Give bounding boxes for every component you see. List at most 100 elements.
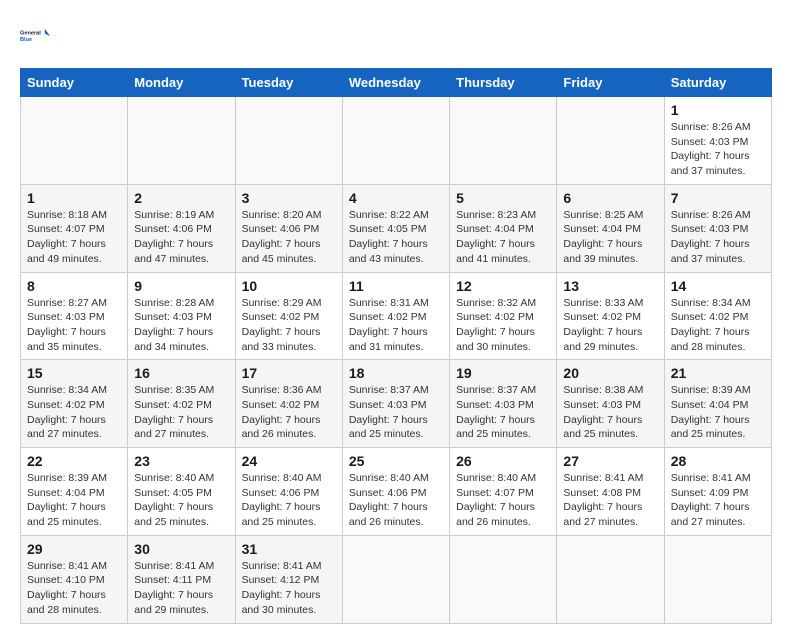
day-number: 31 — [242, 541, 336, 557]
day-number: 19 — [456, 365, 550, 381]
day-number: 8 — [27, 278, 121, 294]
week-row-5: 29 Sunrise: 8:41 AMSunset: 4:10 PMDayligh… — [21, 535, 772, 623]
day-cell: 26Sunrise: 8:40 AMSunset: 4:07 PMDayligh… — [450, 448, 557, 536]
day-info: Sunrise: 8:36 AMSunset: 4:02 PMDaylight:… — [242, 383, 336, 442]
day-cell: 24Sunrise: 8:40 AMSunset: 4:06 PMDayligh… — [235, 448, 342, 536]
day-info: Sunrise: 8:31 AMSunset: 4:02 PMDaylight:… — [349, 296, 443, 355]
day-cell: 21Sunrise: 8:39 AMSunset: 4:04 PMDayligh… — [664, 360, 771, 448]
day-cell: 13 Sunrise: 8:33 AMSunset: 4:02 PMDayligh… — [557, 272, 664, 360]
week-row-0: 1 Sunrise: 8:26 AMSunset: 4:03 PMDaylight… — [21, 97, 772, 185]
day-cell: 3 Sunrise: 8:20 AMSunset: 4:06 PMDaylight… — [235, 184, 342, 272]
day-number: 27 — [563, 453, 657, 469]
day-header-monday: Monday — [128, 69, 235, 97]
day-cell: 27Sunrise: 8:41 AMSunset: 4:08 PMDayligh… — [557, 448, 664, 536]
day-info: Sunrise: 8:20 AMSunset: 4:06 PMDaylight:… — [242, 208, 336, 267]
day-info: Sunrise: 8:40 AMSunset: 4:06 PMDaylight:… — [349, 471, 443, 530]
day-number: 17 — [242, 365, 336, 381]
day-number: 25 — [349, 453, 443, 469]
day-cell: 23 Sunrise: 8:40 AMSunset: 4:05 PMDayligh… — [128, 448, 235, 536]
day-number: 10 — [242, 278, 336, 294]
day-number: 18 — [349, 365, 443, 381]
day-header-thursday: Thursday — [450, 69, 557, 97]
day-number: 6 — [563, 190, 657, 206]
day-number: 5 — [456, 190, 550, 206]
logo-icon: GeneralBlue — [20, 20, 52, 52]
day-number: 29 — [27, 541, 121, 557]
day-info: Sunrise: 8:38 AMSunset: 4:03 PMDaylight:… — [563, 383, 657, 442]
days-header-row: SundayMondayTuesdayWednesdayThursdayFrid… — [21, 69, 772, 97]
week-row-4: 22Sunrise: 8:39 AMSunset: 4:04 PMDayligh… — [21, 448, 772, 536]
day-cell: 6 Sunrise: 8:25 AMSunset: 4:04 PMDaylight… — [557, 184, 664, 272]
day-info: Sunrise: 8:35 AMSunset: 4:02 PMDaylight:… — [134, 383, 228, 442]
day-number: 3 — [242, 190, 336, 206]
day-number: 4 — [349, 190, 443, 206]
day-info: Sunrise: 8:32 AMSunset: 4:02 PMDaylight:… — [456, 296, 550, 355]
day-cell: 11 Sunrise: 8:31 AMSunset: 4:02 PMDayligh… — [342, 272, 449, 360]
week-row-3: 15 Sunrise: 8:34 AMSunset: 4:02 PMDayligh… — [21, 360, 772, 448]
day-cell: 28Sunrise: 8:41 AMSunset: 4:09 PMDayligh… — [664, 448, 771, 536]
day-info: Sunrise: 8:28 AMSunset: 4:03 PMDaylight:… — [134, 296, 228, 355]
day-info: Sunrise: 8:18 AMSunset: 4:07 PMDaylight:… — [27, 208, 121, 267]
empty-cell — [450, 97, 557, 185]
week-row-1: 1 Sunrise: 8:18 AMSunset: 4:07 PMDaylight… — [21, 184, 772, 272]
day-number: 20 — [563, 365, 657, 381]
day-number: 30 — [134, 541, 228, 557]
day-cell — [557, 535, 664, 623]
svg-text:Blue: Blue — [20, 37, 32, 43]
day-number: 7 — [671, 190, 765, 206]
day-info: Sunrise: 8:19 AMSunset: 4:06 PMDaylight:… — [134, 208, 228, 267]
svg-text:General: General — [20, 30, 41, 36]
day-number: 1 — [671, 102, 765, 118]
day-cell: 17 Sunrise: 8:36 AMSunset: 4:02 PMDayligh… — [235, 360, 342, 448]
day-number: 24 — [242, 453, 336, 469]
day-info: Sunrise: 8:34 AMSunset: 4:02 PMDaylight:… — [671, 296, 765, 355]
empty-cell — [21, 97, 128, 185]
day-info: Sunrise: 8:22 AMSunset: 4:05 PMDaylight:… — [349, 208, 443, 267]
day-info: Sunrise: 8:34 AMSunset: 4:02 PMDaylight:… — [27, 383, 121, 442]
day-cell: 14 Sunrise: 8:34 AMSunset: 4:02 PMDayligh… — [664, 272, 771, 360]
day-number: 13 — [563, 278, 657, 294]
day-number: 16 — [134, 365, 228, 381]
day-number: 11 — [349, 278, 443, 294]
day-info: Sunrise: 8:41 AMSunset: 4:11 PMDaylight:… — [134, 559, 228, 618]
day-info: Sunrise: 8:41 AMSunset: 4:12 PMDaylight:… — [242, 559, 336, 618]
day-number: 23 — [134, 453, 228, 469]
week-row-2: 8 Sunrise: 8:27 AMSunset: 4:03 PMDaylight… — [21, 272, 772, 360]
day-cell: 29 Sunrise: 8:41 AMSunset: 4:10 PMDayligh… — [21, 535, 128, 623]
day-info: Sunrise: 8:26 AMSunset: 4:03 PMDaylight:… — [671, 208, 765, 267]
day-cell: 4 Sunrise: 8:22 AMSunset: 4:05 PMDaylight… — [342, 184, 449, 272]
day-cell: 20 Sunrise: 8:38 AMSunset: 4:03 PMDayligh… — [557, 360, 664, 448]
day-cell: 15 Sunrise: 8:34 AMSunset: 4:02 PMDayligh… — [21, 360, 128, 448]
day-number: 1 — [27, 190, 121, 206]
empty-cell — [128, 97, 235, 185]
day-info: Sunrise: 8:37 AMSunset: 4:03 PMDaylight:… — [456, 383, 550, 442]
calendar-table: SundayMondayTuesdayWednesdayThursdayFrid… — [20, 68, 772, 624]
page-header: GeneralBlue — [20, 20, 772, 52]
day-number: 2 — [134, 190, 228, 206]
day-cell: 18Sunrise: 8:37 AMSunset: 4:03 PMDayligh… — [342, 360, 449, 448]
day-cell: 1 Sunrise: 8:18 AMSunset: 4:07 PMDaylight… — [21, 184, 128, 272]
day-info: Sunrise: 8:33 AMSunset: 4:02 PMDaylight:… — [563, 296, 657, 355]
day-number: 14 — [671, 278, 765, 294]
day-header-saturday: Saturday — [664, 69, 771, 97]
day-number: 9 — [134, 278, 228, 294]
day-header-wednesday: Wednesday — [342, 69, 449, 97]
day-info: Sunrise: 8:26 AMSunset: 4:03 PMDaylight:… — [671, 120, 765, 179]
day-info: Sunrise: 8:27 AMSunset: 4:03 PMDaylight:… — [27, 296, 121, 355]
day-info: Sunrise: 8:39 AMSunset: 4:04 PMDaylight:… — [671, 383, 765, 442]
day-cell: 31 Sunrise: 8:41 AMSunset: 4:12 PMDayligh… — [235, 535, 342, 623]
day-number: 22 — [27, 453, 121, 469]
empty-cell — [557, 97, 664, 185]
day-info: Sunrise: 8:40 AMSunset: 4:07 PMDaylight:… — [456, 471, 550, 530]
day-info: Sunrise: 8:40 AMSunset: 4:05 PMDaylight:… — [134, 471, 228, 530]
day-cell: 25 Sunrise: 8:40 AMSunset: 4:06 PMDayligh… — [342, 448, 449, 536]
day-header-friday: Friday — [557, 69, 664, 97]
day-info: Sunrise: 8:23 AMSunset: 4:04 PMDaylight:… — [456, 208, 550, 267]
day-info: Sunrise: 8:25 AMSunset: 4:04 PMDaylight:… — [563, 208, 657, 267]
logo: GeneralBlue — [20, 20, 52, 52]
day-info: Sunrise: 8:29 AMSunset: 4:02 PMDaylight:… — [242, 296, 336, 355]
day-cell: 1 Sunrise: 8:26 AMSunset: 4:03 PMDaylight… — [664, 97, 771, 185]
day-number: 15 — [27, 365, 121, 381]
day-cell: 10 Sunrise: 8:29 AMSunset: 4:02 PMDayligh… — [235, 272, 342, 360]
day-info: Sunrise: 8:41 AMSunset: 4:10 PMDaylight:… — [27, 559, 121, 618]
